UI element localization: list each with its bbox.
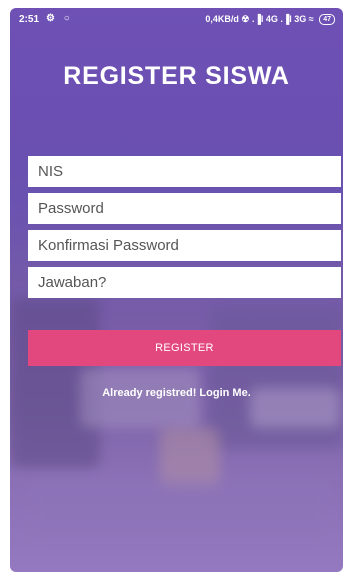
confirm-password-field[interactable] — [28, 230, 341, 261]
background-books-image — [30, 478, 330, 538]
password-field[interactable] — [28, 193, 341, 224]
answer-field[interactable] — [28, 267, 341, 298]
login-link[interactable]: Already registred! Login Me. — [10, 387, 343, 399]
nis-field[interactable] — [28, 156, 341, 187]
notification-icons: ⚙ ○ — [46, 13, 73, 24]
page-title: REGISTER SISWA — [63, 62, 290, 90]
app-screen: 2:51 ⚙ ○ 0,4KB/d ☢ .▐l 4G .▐l 3G ≈ 47 RE… — [10, 8, 343, 572]
register-form — [28, 156, 341, 304]
status-time: 2:51 — [19, 14, 40, 25]
battery-icon: 47 — [319, 14, 335, 25]
status-bar: 2:51 ⚙ ○ 0,4KB/d ☢ .▐l 4G .▐l 3G ≈ 47 — [10, 8, 343, 30]
register-button[interactable]: REGISTER — [28, 330, 341, 366]
status-indicators: 0,4KB/d ☢ .▐l 4G .▐l 3G ≈ 47 — [205, 14, 335, 25]
network-speed-and-signal: 0,4KB/d ☢ .▐l 4G .▐l 3G ≈ — [205, 14, 314, 24]
